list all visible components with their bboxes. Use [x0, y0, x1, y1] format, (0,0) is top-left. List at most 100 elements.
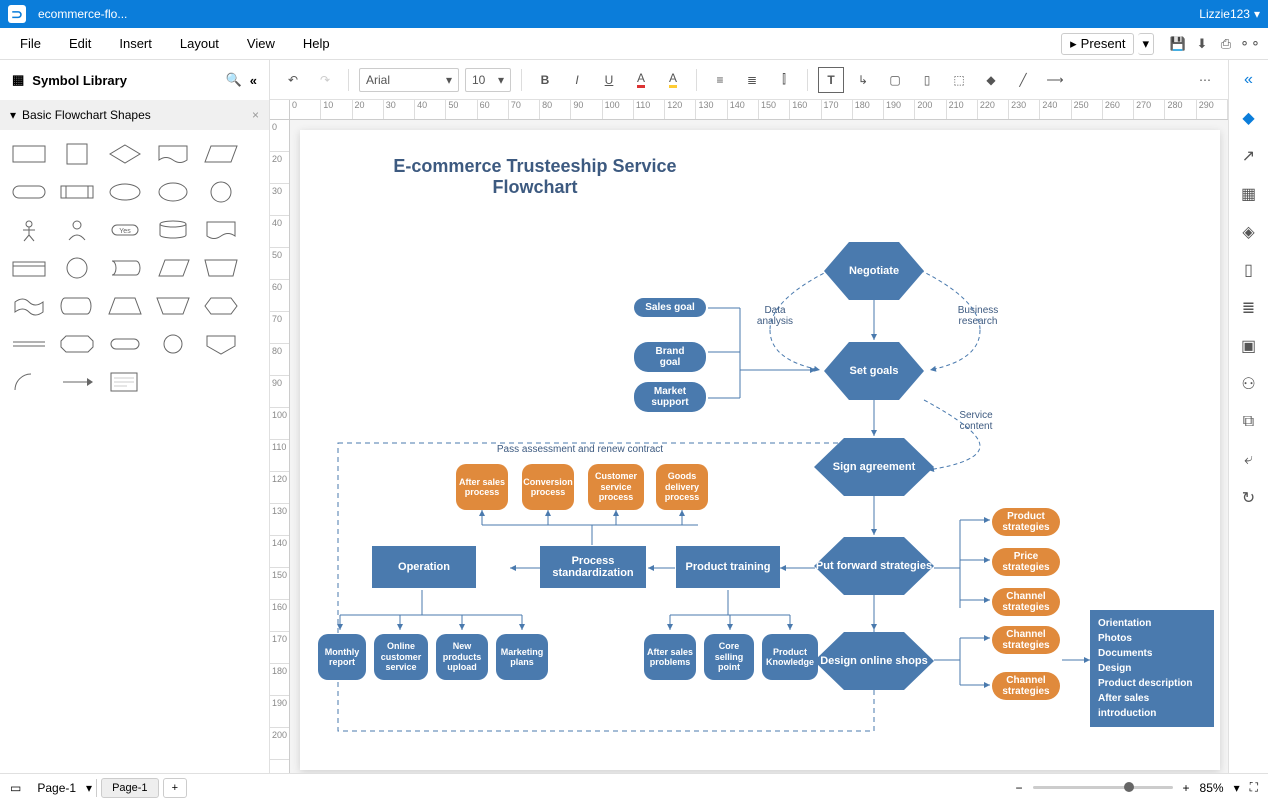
pill-channelstrat[interactable]: Channel strategies [992, 588, 1060, 616]
node-list[interactable]: Orientation Photos Documents Design Prod… [1090, 610, 1214, 727]
font-size-dropdown[interactable]: 10▾ [465, 68, 511, 92]
redo-button[interactable]: ↷ [312, 67, 338, 93]
history-icon[interactable]: ↻ [1237, 486, 1261, 510]
font-dropdown[interactable]: Arial▾ [359, 68, 459, 92]
zoom-out-button[interactable]: − [1016, 781, 1023, 795]
present-button[interactable]: ▸ Present [1061, 33, 1134, 55]
shape-actor[interactable] [8, 214, 50, 246]
shape-trap[interactable] [152, 252, 194, 284]
shape-parallelogram[interactable] [200, 138, 242, 170]
undo-button[interactable]: ↶ [280, 67, 306, 93]
pill-pricestrat[interactable]: Price strategies [992, 548, 1060, 576]
download-icon[interactable]: ⬇ [1190, 32, 1214, 56]
pill-salesgoal[interactable]: Sales goal [634, 298, 706, 317]
shape-line[interactable] [8, 328, 50, 360]
node-core[interactable]: Core selling point [704, 634, 754, 680]
pill-marketsupport[interactable]: Market support [634, 382, 706, 412]
font-color-button[interactable]: A [628, 67, 654, 93]
chevron-down-icon[interactable]: ▾ [1234, 781, 1240, 795]
shape-cylinder2[interactable] [104, 252, 146, 284]
node-processstd[interactable]: Process standardization [540, 546, 646, 588]
shape-db[interactable] [56, 290, 98, 322]
user-menu[interactable]: Lizzie123 ▾ [1199, 7, 1260, 21]
shape-diamond[interactable] [104, 138, 146, 170]
shape-subprocess[interactable] [56, 176, 98, 208]
zoom-slider[interactable] [1033, 786, 1173, 789]
line-style-button[interactable]: ⟶ [1042, 67, 1068, 93]
bold-button[interactable]: B [532, 67, 558, 93]
shape-arrow[interactable] [56, 366, 98, 398]
shape-wave[interactable] [8, 290, 50, 322]
back-icon[interactable]: ⤶ [1237, 448, 1261, 472]
node-aftersales2[interactable]: After sales problems [644, 634, 696, 680]
picture-icon[interactable]: ▣ [1237, 334, 1261, 358]
shape-shield[interactable] [200, 328, 242, 360]
add-page-button[interactable]: + [163, 778, 187, 798]
menu-layout[interactable]: Layout [166, 36, 233, 51]
node-training[interactable]: Product training [676, 546, 780, 588]
layer-button[interactable]: ▯ [914, 67, 940, 93]
node-prodknow[interactable]: Product Knowledge [762, 634, 818, 680]
close-icon[interactable]: × [252, 108, 259, 122]
more-button[interactable]: ⋯ [1192, 67, 1218, 93]
grid-icon[interactable]: ▦ [1237, 182, 1261, 206]
shapes-section-header[interactable]: ▾ Basic Flowchart Shapes × [0, 100, 269, 130]
text-tool-button[interactable]: T [818, 67, 844, 93]
align-center-button[interactable]: ≣ [739, 67, 765, 93]
shape-trap2[interactable] [200, 252, 242, 284]
node-customer[interactable]: Customer service process [588, 464, 644, 510]
shape-hexagon[interactable] [200, 290, 242, 322]
export-icon[interactable]: ↗ [1237, 144, 1261, 168]
highlight-button[interactable]: A [660, 67, 686, 93]
node-marketing[interactable]: Marketing plans [496, 634, 548, 680]
shape-note[interactable] [104, 366, 146, 398]
shape-trapezoid[interactable] [104, 290, 146, 322]
shape-rounded[interactable] [8, 176, 50, 208]
shape-stadium[interactable] [104, 328, 146, 360]
node-aftersales[interactable]: After sales process [456, 464, 508, 510]
pill-channelstrat2[interactable]: Channel strategies [992, 626, 1060, 654]
pages-icon[interactable]: ▭ [10, 781, 21, 795]
menu-view[interactable]: View [233, 36, 289, 51]
node-setgoals[interactable]: Set goals [824, 342, 924, 400]
shape-circle[interactable] [200, 176, 242, 208]
node-conversion[interactable]: Conversion process [522, 464, 574, 510]
node-operation[interactable]: Operation [372, 546, 476, 588]
collapse-left-icon[interactable]: « [250, 73, 257, 88]
pill-channelstrat3[interactable]: Channel strategies [992, 672, 1060, 700]
page-tab-1[interactable]: Page-1 [101, 778, 158, 798]
fullscreen-icon[interactable]: ⛶ [1250, 780, 1258, 795]
menu-edit[interactable]: Edit [55, 36, 105, 51]
menu-insert[interactable]: Insert [105, 36, 166, 51]
underline-button[interactable]: U [596, 67, 622, 93]
pill-prodstrat[interactable]: Product strategies [992, 508, 1060, 536]
shape-person[interactable] [56, 214, 98, 246]
shape-card[interactable] [8, 252, 50, 284]
save-icon[interactable]: 💾 [1166, 32, 1190, 56]
group-button[interactable]: ⬚ [946, 67, 972, 93]
shape-square[interactable] [56, 138, 98, 170]
align-left-button[interactable]: ≡ [707, 67, 733, 93]
zoom-in-button[interactable]: + [1183, 781, 1190, 795]
shape-rectangle[interactable] [8, 138, 50, 170]
italic-button[interactable]: I [564, 67, 590, 93]
tree-icon[interactable]: ⚇ [1237, 372, 1261, 396]
line-button[interactable]: ╱ [1010, 67, 1036, 93]
connector-button[interactable]: ↳ [850, 67, 876, 93]
shape-ellipse[interactable] [104, 176, 146, 208]
shape-circle3[interactable] [152, 328, 194, 360]
shape-cylinder[interactable] [152, 214, 194, 246]
shape-ellipse2[interactable] [152, 176, 194, 208]
search-icon[interactable]: 🔍 [226, 72, 242, 88]
layers-icon[interactable]: ◈ [1237, 220, 1261, 244]
page-dropdown[interactable]: Page-1 [31, 781, 82, 795]
node-putforward[interactable]: Put forward strategies [814, 537, 934, 595]
node-onlinecs[interactable]: Online customer service [374, 634, 428, 680]
fill-button[interactable]: ◆ [978, 67, 1004, 93]
shape-flag[interactable] [200, 214, 242, 246]
shape-arc[interactable] [8, 366, 50, 398]
shape-document[interactable] [152, 138, 194, 170]
image-button[interactable]: ▢ [882, 67, 908, 93]
shape-circle2[interactable] [56, 252, 98, 284]
share-icon[interactable]: ⚬⚬ [1238, 32, 1262, 56]
